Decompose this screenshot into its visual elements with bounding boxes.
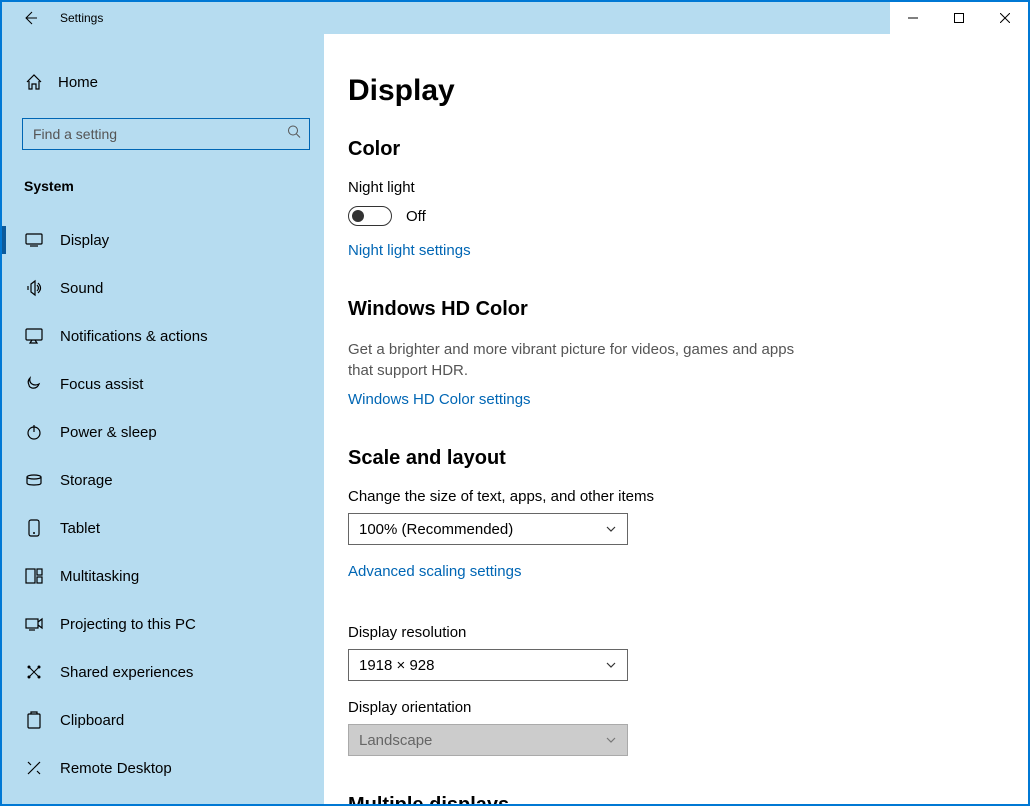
sidebar-home-label: Home: [58, 74, 98, 91]
scale-heading: Scale and layout: [348, 447, 988, 470]
scale-dropdown[interactable]: 100% (Recommended): [348, 513, 628, 545]
sidebar-item-label: Shared experiences: [60, 664, 193, 681]
window-controls: [890, 2, 1028, 34]
sidebar-item-label: Remote Desktop: [60, 760, 172, 777]
window-title: Settings: [60, 11, 103, 25]
sidebar-item-label: Projecting to this PC: [60, 616, 196, 633]
sidebar-item-clipboard[interactable]: Clipboard: [2, 696, 324, 744]
home-icon: [24, 73, 44, 91]
sidebar-item-storage[interactable]: Storage: [2, 456, 324, 504]
content: Display Color Night light Off Night ligh…: [324, 34, 1028, 804]
night-light-toggle[interactable]: [348, 206, 392, 226]
search-input[interactable]: [23, 119, 309, 149]
sidebar-item-label: Tablet: [60, 520, 100, 537]
resolution-dropdown[interactable]: 1918 × 928: [348, 649, 628, 681]
sidebar-item-shared-experiences[interactable]: Shared experiences: [2, 648, 324, 696]
sidebar-item-multitasking[interactable]: Multitasking: [2, 552, 324, 600]
nav-icon: [24, 519, 44, 537]
page-title: Display: [348, 74, 988, 108]
size-label: Change the size of text, apps, and other…: [348, 488, 988, 505]
night-light-state: Off: [406, 208, 426, 225]
nav-icon: [24, 474, 44, 486]
sidebar-item-label: Focus assist: [60, 376, 143, 393]
hdr-settings-link[interactable]: Windows HD Color settings: [348, 391, 531, 408]
orientation-dropdown: Landscape: [348, 724, 628, 756]
nav-icon: [24, 663, 44, 681]
sidebar-item-projecting-to-this-pc[interactable]: Projecting to this PC: [2, 600, 324, 648]
search-icon: [287, 125, 301, 144]
chevron-down-icon: [605, 734, 617, 746]
hdr-desc: Get a brighter and more vibrant picture …: [348, 339, 808, 381]
sidebar-item-about[interactable]: About: [2, 792, 324, 804]
sidebar-item-remote-desktop[interactable]: Remote Desktop: [2, 744, 324, 792]
sidebar-item-label: Notifications & actions: [60, 328, 208, 345]
nav-icon: [24, 375, 44, 393]
chevron-down-icon: [605, 523, 617, 535]
search-box[interactable]: [22, 118, 310, 150]
sidebar-item-power-sleep[interactable]: Power & sleep: [2, 408, 324, 456]
advanced-scaling-link[interactable]: Advanced scaling settings: [348, 563, 521, 580]
nav-icon: [24, 423, 44, 441]
sidebar-home[interactable]: Home: [2, 62, 324, 102]
maximize-button[interactable]: [936, 2, 982, 34]
nav-icon: [24, 279, 44, 297]
night-light-label: Night light: [348, 179, 988, 196]
orientation-value: Landscape: [359, 732, 432, 749]
sidebar-item-display[interactable]: Display: [2, 216, 324, 264]
chevron-down-icon: [605, 659, 617, 671]
night-light-settings-link[interactable]: Night light settings: [348, 242, 471, 259]
scale-value: 100% (Recommended): [359, 521, 513, 538]
nav-icon: [24, 759, 44, 777]
sidebar-item-label: Storage: [60, 472, 113, 489]
close-button[interactable]: [982, 2, 1028, 34]
sidebar-item-focus-assist[interactable]: Focus assist: [2, 360, 324, 408]
sidebar-item-label: Sound: [60, 280, 103, 297]
minimize-button[interactable]: [890, 2, 936, 34]
nav-icon: [24, 711, 44, 729]
sidebar-item-label: Clipboard: [60, 712, 124, 729]
sidebar-section-label: System: [24, 178, 324, 194]
resolution-label: Display resolution: [348, 624, 988, 641]
nav-icon: [24, 568, 44, 584]
nav-icon: [24, 616, 44, 632]
sidebar-item-label: Multitasking: [60, 568, 139, 585]
titlebar: Settings: [2, 2, 1028, 34]
nav-icon: [24, 233, 44, 247]
back-button[interactable]: [20, 2, 40, 34]
hdr-heading: Windows HD Color: [348, 298, 988, 321]
sidebar-item-label: Display: [60, 232, 109, 249]
nav-icon: [24, 328, 44, 344]
resolution-value: 1918 × 928: [359, 657, 435, 674]
sidebar-item-notifications-actions[interactable]: Notifications & actions: [2, 312, 324, 360]
color-heading: Color: [348, 138, 988, 161]
sidebar: Home System Display Sound Notifications & …: [2, 34, 324, 804]
sidebar-item-label: Power & sleep: [60, 424, 157, 441]
orientation-label: Display orientation: [348, 699, 988, 716]
sidebar-item-sound[interactable]: Sound: [2, 264, 324, 312]
sidebar-item-tablet[interactable]: Tablet: [2, 504, 324, 552]
multiple-displays-heading: Multiple displays: [348, 794, 988, 804]
